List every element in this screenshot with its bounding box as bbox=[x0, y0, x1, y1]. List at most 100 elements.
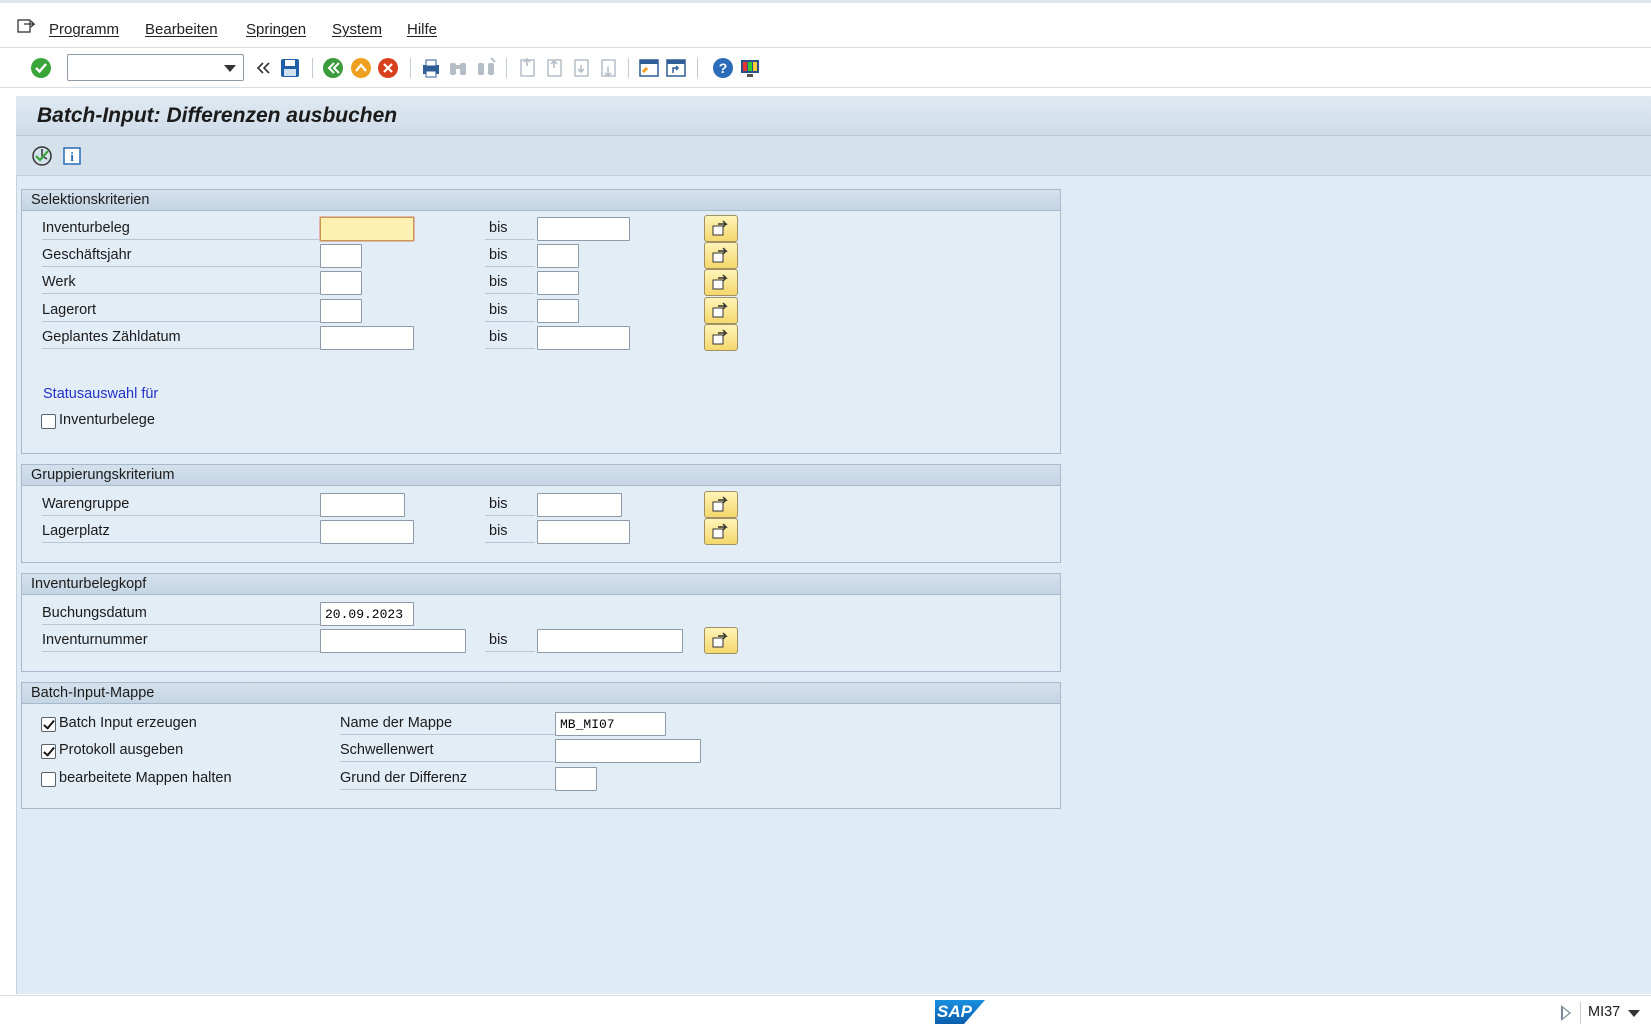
warengruppe-from-input[interactable] bbox=[320, 493, 405, 517]
menu-programm[interactable]: Programm bbox=[49, 21, 119, 38]
field-label: Inventurnummer bbox=[42, 628, 339, 652]
checkbox-label: bearbeitete Mappen halten bbox=[59, 770, 232, 786]
grund-differenz-input[interactable] bbox=[555, 767, 597, 791]
toolbar-separator bbox=[506, 58, 507, 78]
checkbox-label: Protokoll ausgeben bbox=[59, 742, 184, 758]
bis-label: bis bbox=[485, 243, 535, 267]
inventurnummer-to-input[interactable] bbox=[537, 629, 683, 653]
multiple-selection-button[interactable] bbox=[704, 297, 738, 324]
lagerort-to-input[interactable] bbox=[537, 299, 579, 323]
zaehldatum-from-input[interactable] bbox=[320, 326, 414, 350]
field-label: Geschäftsjahr bbox=[42, 243, 339, 267]
menu-toggle-icon[interactable] bbox=[17, 18, 37, 34]
field-label: Geplantes Zähldatum bbox=[42, 325, 339, 349]
info-icon[interactable]: i bbox=[61, 145, 83, 167]
find-next-icon bbox=[475, 57, 497, 79]
toolbar-separator bbox=[410, 58, 411, 78]
checkbox-label: Inventurbelege bbox=[59, 412, 155, 428]
arrow-right-icon bbox=[712, 274, 728, 290]
arrow-right-icon bbox=[712, 496, 728, 512]
lagerplatz-from-input[interactable] bbox=[320, 520, 414, 544]
bis-label: bis bbox=[485, 325, 535, 349]
chevron-down-icon[interactable] bbox=[224, 65, 236, 72]
multiple-selection-button[interactable] bbox=[704, 215, 738, 242]
field-label: Name der Mappe bbox=[340, 711, 575, 735]
first-page-icon bbox=[516, 57, 538, 79]
group-header: Selektionskriterien bbox=[22, 190, 1060, 211]
group-document-header: Inventurbelegkopf Buchungsdatum Inventur… bbox=[21, 573, 1061, 672]
svg-text:i: i bbox=[70, 149, 74, 164]
create-session-icon[interactable] bbox=[638, 57, 660, 79]
bis-label: bis bbox=[485, 492, 535, 516]
sap-logo: SAP bbox=[935, 1000, 985, 1024]
inventurbeleg-to-input[interactable] bbox=[537, 217, 630, 241]
title-bar: Batch-Input: Differenzen ausbuchen bbox=[16, 96, 1651, 136]
multiple-selection-button[interactable] bbox=[704, 627, 738, 654]
lagerort-from-input[interactable] bbox=[320, 299, 362, 323]
menu-system[interactable]: System bbox=[332, 21, 382, 38]
batch-input-erzeugen-checkbox[interactable] bbox=[41, 717, 56, 732]
zaehldatum-to-input[interactable] bbox=[537, 326, 630, 350]
group-grouping-criterion: Gruppierungskriterium Warengruppe bis La… bbox=[21, 464, 1061, 563]
mappen-halten-checkbox[interactable] bbox=[41, 772, 56, 787]
warengruppe-to-input[interactable] bbox=[537, 493, 622, 517]
mappe-name-input[interactable] bbox=[555, 712, 666, 736]
help-icon[interactable]: ? bbox=[712, 57, 734, 79]
field-label: Buchungsdatum bbox=[42, 601, 339, 625]
next-page-icon bbox=[570, 57, 592, 79]
cancel-icon[interactable] bbox=[377, 57, 399, 79]
werk-to-input[interactable] bbox=[537, 271, 579, 295]
geschaeftsjahr-to-input[interactable] bbox=[537, 244, 579, 268]
protokoll-ausgeben-checkbox[interactable] bbox=[41, 744, 56, 759]
arrow-right-icon bbox=[712, 220, 728, 236]
inventurbelege-checkbox[interactable] bbox=[41, 414, 56, 429]
group-header: Gruppierungskriterium bbox=[22, 465, 1060, 486]
multiple-selection-button[interactable] bbox=[704, 242, 738, 269]
print-icon[interactable] bbox=[420, 57, 442, 79]
group-batch-input-session: Batch-Input-Mappe Batch Input erzeugen N… bbox=[21, 682, 1061, 809]
customize-layout-icon[interactable] bbox=[739, 57, 761, 79]
field-label: Lagerplatz bbox=[42, 519, 339, 543]
command-field-input[interactable] bbox=[68, 55, 218, 80]
buchungsdatum-input[interactable] bbox=[320, 602, 414, 626]
bis-label: bis bbox=[485, 216, 535, 240]
multiple-selection-button[interactable] bbox=[704, 269, 738, 296]
status-selection-title: Statusauswahl für bbox=[43, 386, 159, 402]
collapse-command-icon[interactable] bbox=[252, 57, 274, 79]
shortcut-icon[interactable] bbox=[665, 57, 687, 79]
multiple-selection-button[interactable] bbox=[704, 491, 738, 518]
enter-icon[interactable] bbox=[30, 57, 52, 79]
command-field[interactable] bbox=[67, 54, 244, 81]
exit-icon[interactable] bbox=[350, 57, 372, 79]
status-bar: SAP MI37 bbox=[0, 995, 1651, 1029]
find-icon bbox=[447, 57, 469, 79]
arrow-right-icon bbox=[712, 523, 728, 539]
status-expand-icon-inner bbox=[1563, 1008, 1569, 1018]
multiple-selection-button[interactable] bbox=[704, 518, 738, 545]
inventurbeleg-from-input[interactable] bbox=[320, 217, 414, 241]
field-label: Lagerort bbox=[42, 298, 339, 322]
back-icon[interactable] bbox=[322, 57, 344, 79]
execute-icon[interactable] bbox=[31, 145, 53, 167]
inventurnummer-from-input[interactable] bbox=[320, 629, 466, 653]
multiple-selection-button[interactable] bbox=[704, 324, 738, 351]
transaction-code[interactable]: MI37 bbox=[1588, 1004, 1620, 1020]
field-label: Inventurbeleg bbox=[42, 216, 339, 240]
field-label: Werk bbox=[42, 270, 339, 294]
bis-label: bis bbox=[485, 519, 535, 543]
toolbar-separator bbox=[628, 58, 629, 78]
schwellenwert-input[interactable] bbox=[555, 739, 701, 763]
werk-from-input[interactable] bbox=[320, 271, 362, 295]
field-label: Warengruppe bbox=[42, 492, 339, 516]
chevron-down-icon[interactable] bbox=[1628, 1010, 1640, 1017]
menu-springen[interactable]: Springen bbox=[246, 21, 306, 38]
bis-label: bis bbox=[485, 628, 535, 652]
geschaeftsjahr-from-input[interactable] bbox=[320, 244, 362, 268]
menu-hilfe[interactable]: Hilfe bbox=[407, 21, 437, 38]
menu-bearbeiten[interactable]: Bearbeiten bbox=[145, 21, 218, 38]
status-separator bbox=[1580, 1002, 1581, 1024]
save-icon[interactable] bbox=[279, 57, 301, 79]
lagerplatz-to-input[interactable] bbox=[537, 520, 630, 544]
toolbar-separator bbox=[697, 58, 698, 78]
field-label: Schwellenwert bbox=[340, 738, 575, 762]
